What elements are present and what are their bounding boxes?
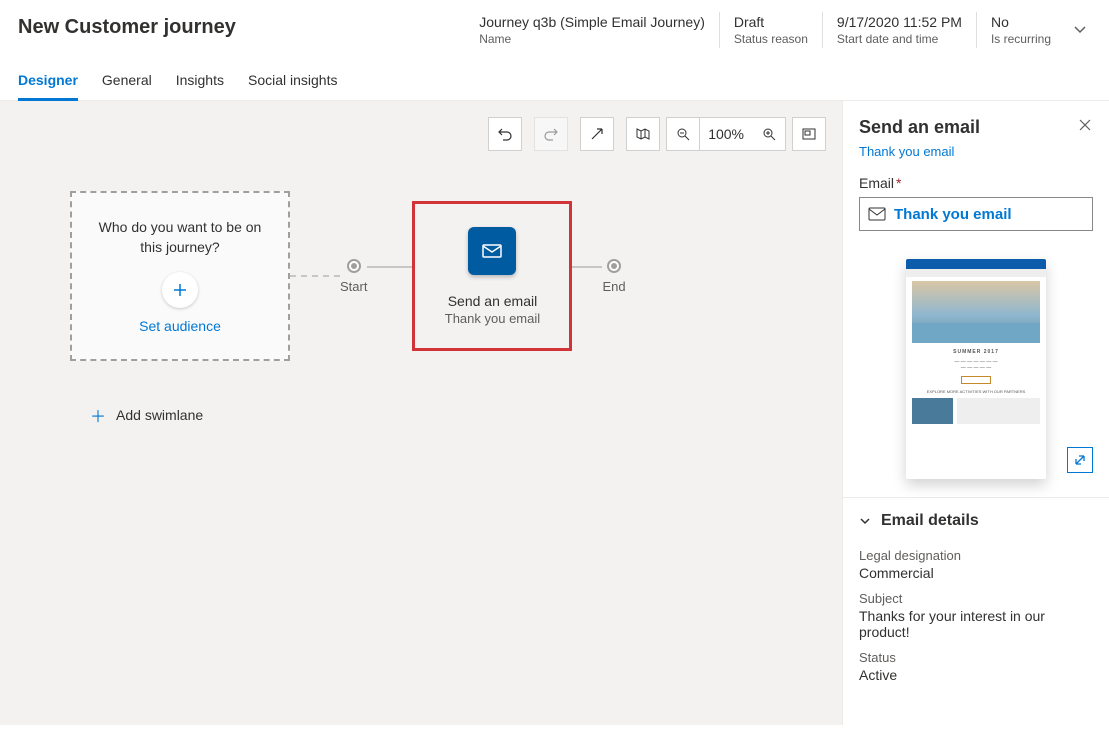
zoom-out-icon [676,127,690,141]
tab-social-insights[interactable]: Social insights [248,66,338,100]
fullscreen-icon [801,126,817,142]
email-details-content: Legal designation Commercial Subject Tha… [843,534,1109,683]
meta-name-label: Name [479,32,705,46]
email-details-accordion[interactable]: Email details [843,498,1109,534]
tab-insights[interactable]: Insights [176,66,224,100]
panel-title: Send an email [859,117,1077,138]
meta-status-label: Status reason [734,32,808,46]
email-preview-card: SUMMER 2017 — — — — — — —— — — — — EXPLO… [906,259,1046,479]
meta-status[interactable]: Draft Status reason [719,12,822,48]
audience-placeholder-tile[interactable]: Who do you want to be on this journey? S… [70,191,290,361]
chevron-down-icon [859,515,871,527]
required-indicator: * [896,175,901,191]
journey-canvas[interactable]: 100% Who do you want to be on this journ… [0,101,842,725]
canvas-content: Who do you want to be on this journey? S… [70,191,842,427]
legal-designation-label: Legal designation [859,548,1093,563]
legal-designation-value: Commercial [859,565,1093,581]
end-node[interactable]: End [602,259,625,294]
redo-button[interactable] [534,117,568,151]
add-swimlane-button[interactable]: ＋ Add swimlane [90,403,842,427]
fullscreen-button[interactable] [792,117,826,151]
connector-solid-1 [367,266,412,268]
meta-start-date[interactable]: 9/17/2020 11:52 PM Start date and time [822,12,976,48]
meta-recurring-value: No [991,14,1051,30]
meta-start-date-value: 9/17/2020 11:52 PM [837,14,962,30]
minimap-icon [635,126,651,142]
header-expand-chevron[interactable] [1065,12,1091,36]
add-swimlane-label: Add swimlane [116,407,203,423]
close-icon [1079,119,1091,131]
send-email-tile[interactable]: Send an email Thank you email [412,201,572,351]
email-preview-thumbnail[interactable]: SUMMER 2017 — — — — — — —— — — — — EXPLO… [859,259,1093,479]
page-header: New Customer journey Journey q3b (Simple… [0,0,1109,48]
canvas-toolbar: 100% [488,117,826,151]
send-email-tile-subtitle: Thank you email [445,311,540,326]
connector-dashed [290,275,340,277]
meta-name[interactable]: Journey q3b (Simple Email Journey) Name [465,12,719,48]
panel-subtitle-link[interactable]: Thank you email [843,144,1109,159]
fit-screen-icon [589,126,605,142]
meta-recurring-label: Is recurring [991,32,1051,46]
start-node-dot [347,259,361,273]
header-meta-group: Journey q3b (Simple Email Journey) Name … [465,12,1091,48]
minimap-button[interactable] [626,117,660,151]
end-node-label: End [602,279,625,294]
zoom-level-label: 100% [700,117,752,151]
plus-icon: ＋ [90,403,106,427]
connector-solid-2 [572,266,602,268]
add-audience-button[interactable] [162,272,198,308]
zoom-in-button[interactable] [752,117,786,151]
email-field-label: Email* [859,175,1093,191]
email-lookup-value: Thank you email [894,206,1012,223]
zoom-out-button[interactable] [666,117,700,151]
meta-start-date-label: Start date and time [837,32,962,46]
fit-to-screen-button[interactable] [580,117,614,151]
tab-general[interactable]: General [102,66,152,100]
set-audience-link[interactable]: Set audience [139,318,221,334]
meta-name-value: Journey q3b (Simple Email Journey) [479,14,705,30]
end-node-dot [607,259,621,273]
expand-icon [1073,453,1087,467]
status-label: Status [859,650,1093,665]
zoom-control: 100% [666,117,786,151]
subject-value: Thanks for your interest in our product! [859,608,1093,640]
page-title: New Customer journey [18,12,236,39]
email-details-title: Email details [881,512,979,530]
audience-question-text: Who do you want to be on this journey? [92,218,268,257]
chevron-down-icon [1073,22,1087,36]
zoom-in-icon [762,127,776,141]
email-lookup-field[interactable]: Thank you email [859,197,1093,231]
status-value: Active [859,667,1093,683]
preview-headline: SUMMER 2017 [906,347,1046,357]
properties-panel: Send an email Thank you email Email* Tha… [842,101,1109,725]
meta-recurring[interactable]: No Is recurring [976,12,1065,48]
meta-status-value: Draft [734,14,808,30]
mail-icon [868,207,886,221]
undo-icon [497,126,513,142]
mail-icon [480,239,504,263]
undo-button[interactable] [488,117,522,151]
send-email-tile-icon-box [468,227,516,275]
panel-close-button[interactable] [1077,117,1093,133]
send-email-tile-title: Send an email [448,293,538,309]
start-node[interactable]: Start [340,259,367,294]
start-node-label: Start [340,279,367,294]
tab-bar: Designer General Insights Social insight… [0,48,1109,101]
subject-label: Subject [859,591,1093,606]
tab-designer[interactable]: Designer [18,66,78,101]
expand-preview-button[interactable] [1067,447,1093,473]
plus-icon [172,282,188,298]
redo-icon [543,126,559,142]
